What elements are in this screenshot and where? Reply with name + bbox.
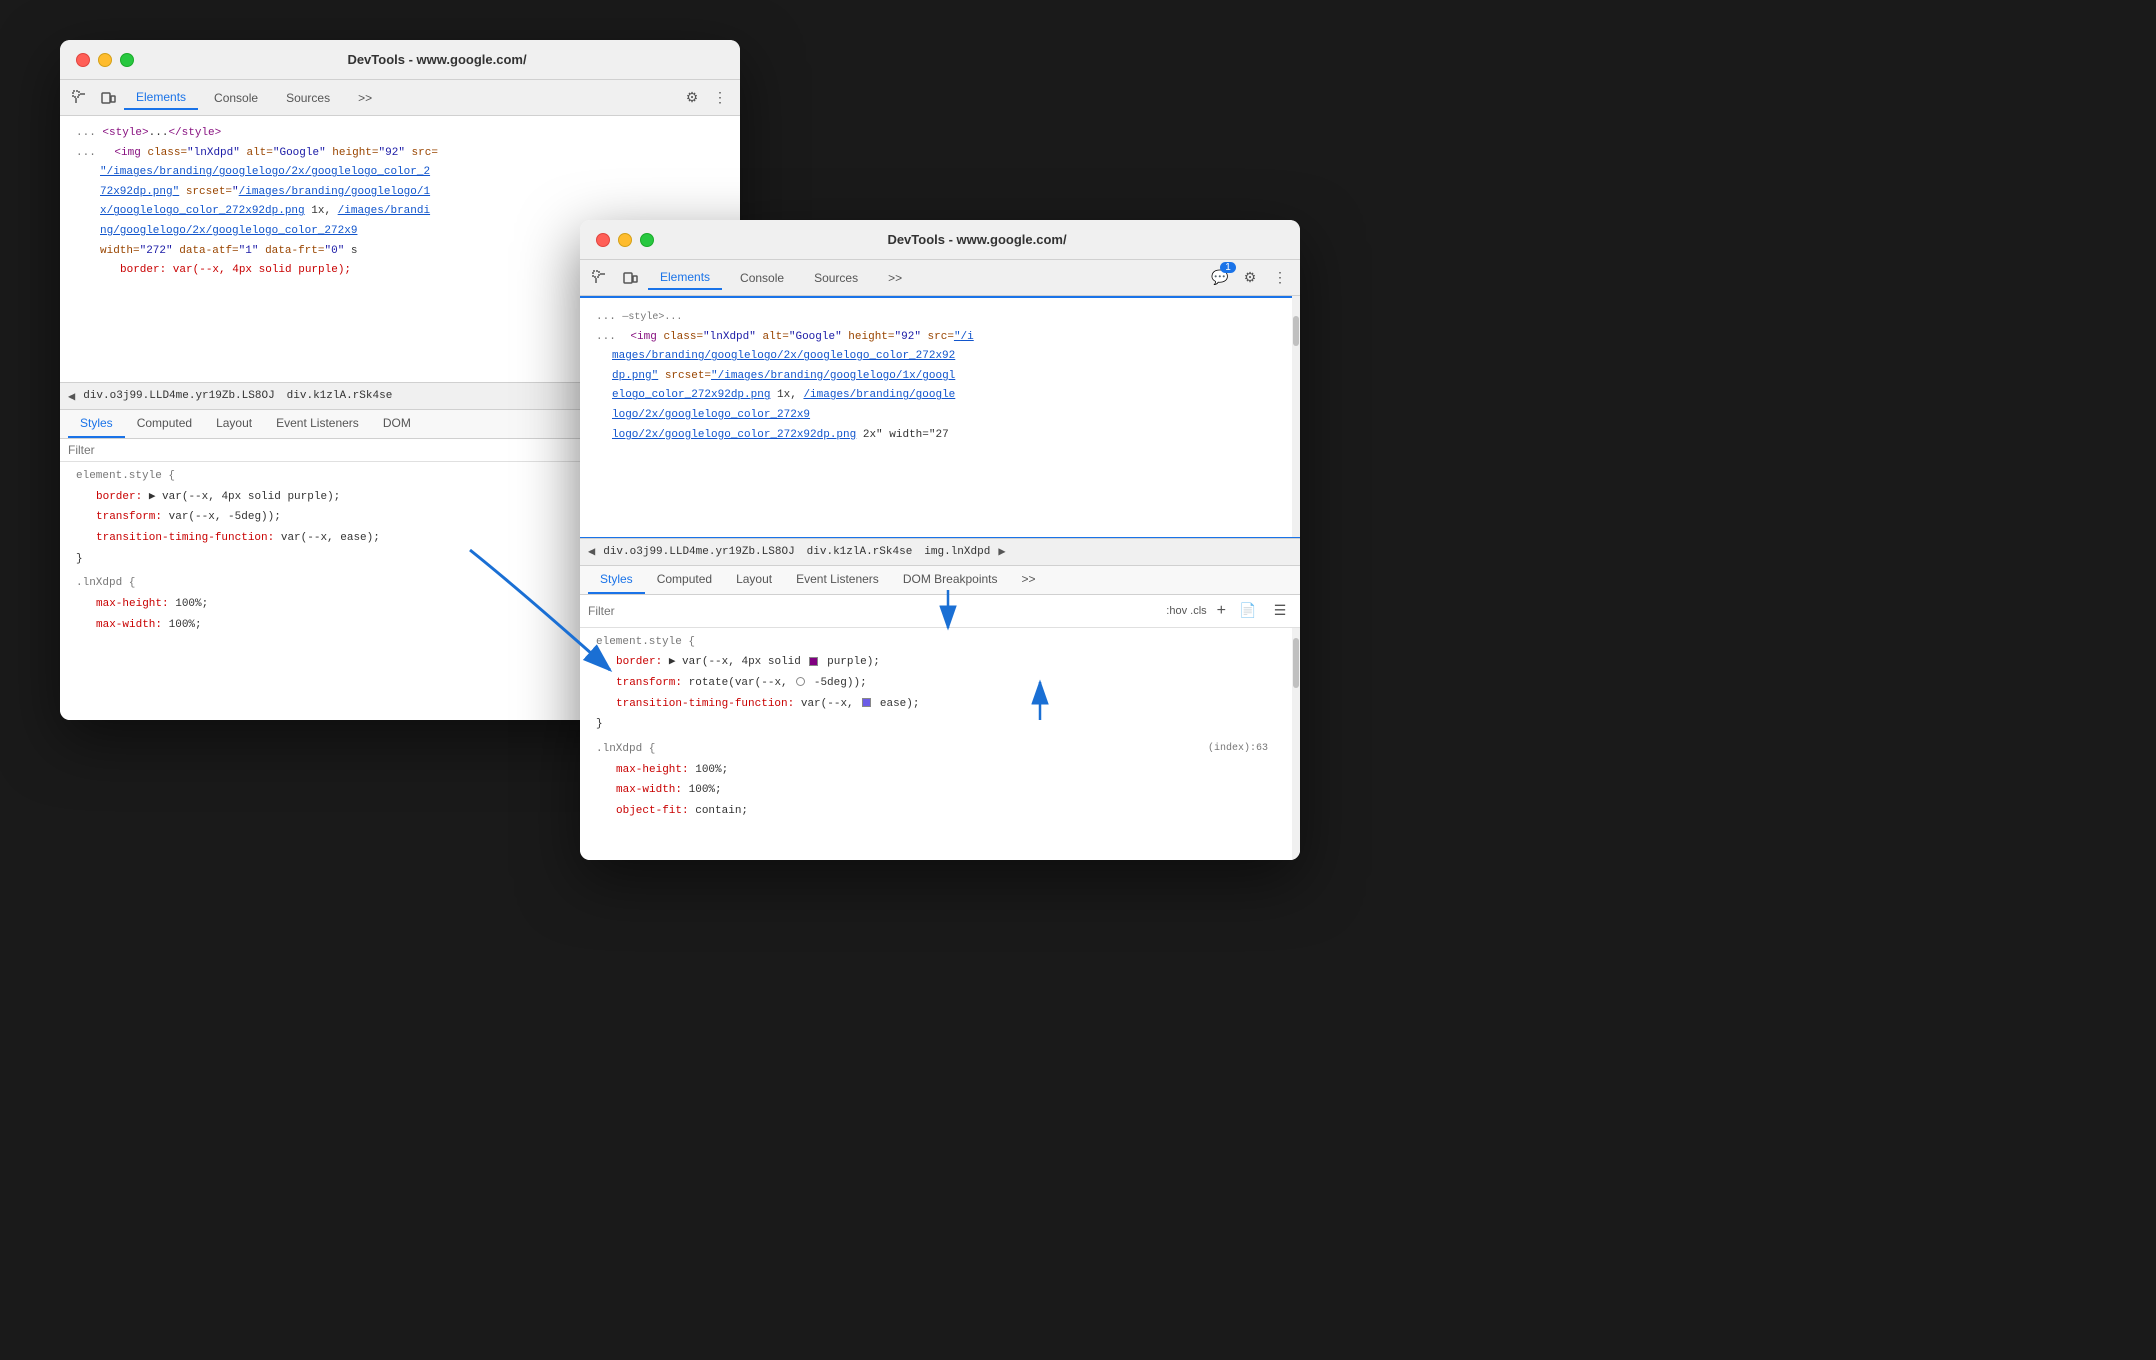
index-ref: (index):63 <box>1208 740 1268 759</box>
breadcrumb-left-arrow-2[interactable]: ◀ <box>588 544 595 559</box>
html-line: ... —style>... <box>580 308 1300 328</box>
tab-sources-2[interactable]: Sources <box>802 267 870 289</box>
css-panel-2: element.style { border: ▶ var(--x, 4px s… <box>580 628 1300 861</box>
devtools-toolbar-2: Elements Console Sources >> 💬 1 ⚙ ⋮ <box>580 260 1300 296</box>
tab-layout-2[interactable]: Layout <box>724 566 784 594</box>
device-icon[interactable] <box>96 86 120 110</box>
add-style-rule-icon[interactable]: + <box>1215 602 1228 620</box>
html-line: logo/2x/googlelogo_color_272x9 <box>580 406 1300 426</box>
tab-elements-2[interactable]: Elements <box>648 266 722 290</box>
more-icon-2[interactable]: ⋮ <box>1268 266 1292 290</box>
filter-pseudo-2[interactable]: :hov .cls <box>1166 605 1206 617</box>
html-line: dp.png" srcset="/images/branding/googlel… <box>580 367 1300 387</box>
minimize-button-1[interactable] <box>98 53 112 67</box>
tab-elements-1[interactable]: Elements <box>124 86 198 110</box>
settings-icon-1[interactable]: ⚙ <box>680 86 704 110</box>
checkbox-swatch[interactable] <box>862 698 871 707</box>
maximize-button-1[interactable] <box>120 53 134 67</box>
traffic-lights-1 <box>76 53 134 67</box>
breadcrumb-left-arrow[interactable]: ◀ <box>68 389 75 404</box>
breadcrumb-item-2-1[interactable]: div.o3j99.LLD4me.yr19Zb.LS8OJ <box>599 545 798 559</box>
more-icon-1[interactable]: ⋮ <box>708 86 732 110</box>
tab-dom-1[interactable]: DOM <box>371 410 423 438</box>
tab-styles-1[interactable]: Styles <box>68 410 125 438</box>
html-panel-2: ... —style>... ... <img class="lnXdpd" a… <box>580 296 1300 538</box>
filter-input-2[interactable] <box>588 604 1158 618</box>
tab-computed-2[interactable]: Computed <box>645 566 724 594</box>
tab-event-listeners-1[interactable]: Event Listeners <box>264 410 371 438</box>
html-line: ... <style>...</style> <box>60 124 740 144</box>
tab-dom-breakpoints-2[interactable]: DOM Breakpoints <box>891 566 1010 594</box>
tab-layout-1[interactable]: Layout <box>204 410 264 438</box>
filter-bar-2: :hov .cls + 📄 ☰ <box>580 595 1300 628</box>
window-title-1: DevTools - www.google.com/ <box>150 52 724 67</box>
css-selector-lnxdpd: .lnXdpd { (index):63 <box>580 739 1300 760</box>
html-line: elogo_color_272x92dp.png 1x, /images/bra… <box>580 386 1300 406</box>
window-title-2: DevTools - www.google.com/ <box>670 232 1284 247</box>
tab-styles-2[interactable]: Styles <box>588 566 645 594</box>
html-line: ... <img class="lnXdpd" alt="Google" hei… <box>580 328 1300 348</box>
tab-sources-1[interactable]: Sources <box>274 87 342 109</box>
scrollbar-2[interactable] <box>1292 296 1300 537</box>
settings-icon-2[interactable]: ⚙ <box>1238 266 1262 290</box>
css-transform-prop-line: transform: rotate(var(--x, -5deg)); <box>580 673 1300 694</box>
css-objectfit-prop: object-fit: contain; <box>580 801 1300 822</box>
css-border-prop-line: border: ▶ var(--x, 4px solid purple); <box>580 652 1300 673</box>
styles-tabs-2: Styles Computed Layout Event Listeners D… <box>580 566 1300 595</box>
traffic-lights-2 <box>596 233 654 247</box>
css-transition-prop-line: transition-timing-function: var(--x, eas… <box>580 694 1300 715</box>
tab-computed-1[interactable]: Computed <box>125 410 204 438</box>
tab-more-2[interactable]: >> <box>876 267 914 289</box>
maximize-button-2[interactable] <box>640 233 654 247</box>
breadcrumb-item-2-3[interactable]: img.lnXdpd <box>920 545 994 559</box>
tab-console-1[interactable]: Console <box>202 87 270 109</box>
titlebar-2: DevTools - www.google.com/ <box>580 220 1300 260</box>
html-line: logo/2x/googlelogo_color_272x92dp.png 2x… <box>580 426 1300 446</box>
device-icon-2[interactable] <box>618 266 642 290</box>
new-style-rule-icon[interactable]: 📄 <box>1236 599 1260 623</box>
badge-count: 1 <box>1220 262 1236 273</box>
color-swatch-purple[interactable] <box>809 657 818 666</box>
breadcrumb-item-2[interactable]: div.k1zlA.rSk4se <box>283 389 397 403</box>
close-button-2[interactable] <box>596 233 610 247</box>
inspect-icon[interactable] <box>68 86 92 110</box>
css-maxheight-prop: max-height: 100%; <box>580 760 1300 781</box>
breadcrumb-item-1[interactable]: div.o3j99.LLD4me.yr19Zb.LS8OJ <box>79 389 278 403</box>
html-line: mages/branding/googlelogo/2x/googlelogo_… <box>580 347 1300 367</box>
close-button-1[interactable] <box>76 53 90 67</box>
inspect-icon-2[interactable] <box>588 266 612 290</box>
css-brace-line-2: } <box>580 714 1300 735</box>
tab-more-1[interactable]: >> <box>346 87 384 109</box>
circle-swatch[interactable] <box>796 677 805 686</box>
tab-event-listeners-2[interactable]: Event Listeners <box>784 566 891 594</box>
css-maxwidth-prop: max-width: 100%; <box>580 780 1300 801</box>
chat-icon-2[interactable]: 💬 1 <box>1208 266 1232 290</box>
tab-console-2[interactable]: Console <box>728 267 796 289</box>
html-line: ... <img class="lnXdpd" alt="Google" hei… <box>60 144 740 164</box>
css-selector-line-2: element.style { <box>580 632 1300 653</box>
minimize-button-2[interactable] <box>618 233 632 247</box>
css-scrollbar-2[interactable] <box>1292 628 1300 861</box>
breadcrumb-right-arrow-2[interactable]: ▶ <box>998 544 1005 559</box>
html-line: 72x92dp.png" srcset="/images/branding/go… <box>60 183 740 203</box>
breadcrumb-item-2-2[interactable]: div.k1zlA.rSk4se <box>803 545 917 559</box>
html-line: "/images/branding/googlelogo/2x/googlelo… <box>60 163 740 183</box>
toggle-css-changes-icon[interactable]: ☰ <box>1268 599 1292 623</box>
titlebar-1: DevTools - www.google.com/ <box>60 40 740 80</box>
tab-more-styles-2[interactable]: >> <box>1010 566 1048 594</box>
devtools-window-2: DevTools - www.google.com/ Elements Cons… <box>580 220 1300 860</box>
breadcrumb-bar-2: ◀ div.o3j99.LLD4me.yr19Zb.LS8OJ div.k1zl… <box>580 538 1300 566</box>
devtools-toolbar-1: Elements Console Sources >> ⚙ ⋮ <box>60 80 740 116</box>
